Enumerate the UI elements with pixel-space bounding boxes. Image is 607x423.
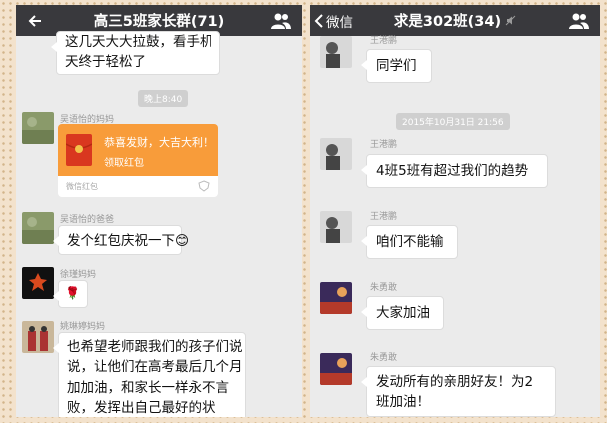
- message-text: 败，发挥出自己最好的状: [67, 399, 216, 416]
- back-label: 微信: [326, 14, 353, 31]
- message-bubble[interactable]: 大家加油: [361, 296, 444, 330]
- avatar[interactable]: [22, 112, 54, 144]
- timestamp: 2015年10月31日 21:56: [396, 113, 510, 130]
- message-bubble[interactable]: 咱们不能输: [361, 225, 458, 259]
- message-bubble[interactable]: 发动所有的亲朋好友！为2 班加油！: [361, 366, 556, 417]
- message-bubble[interactable]: 也希望老师跟我们的孩子们说 说，让他们在高考最后几个月 加加油，和家长一样永不言…: [53, 332, 246, 417]
- avatar[interactable]: [22, 212, 54, 244]
- message-bubble[interactable]: 这几天大大拉鼓，看手机，等 天终于轻松了: [51, 31, 220, 75]
- message-text: 同学们: [376, 58, 417, 74]
- message-bubble[interactable]: 🌹: [53, 280, 88, 308]
- avatar[interactable]: [320, 353, 352, 385]
- message-text: 也希望老师跟我们的孩子们说: [67, 339, 243, 355]
- timestamp: 晚上8:40: [138, 90, 189, 107]
- red-packet-card[interactable]: 恭喜发财，大吉大利！ 领取红包 微信红包: [58, 124, 218, 197]
- message-bubble[interactable]: 发个红包庆祝一下😊: [53, 225, 189, 255]
- avatar[interactable]: [320, 36, 352, 68]
- sender-name: 王港鹏: [370, 140, 398, 150]
- right-chat-title-wrap: 求是302班(34): [310, 5, 600, 36]
- back-button[interactable]: 微信: [314, 5, 353, 36]
- message-text: 大家加油: [376, 305, 430, 321]
- rose-emoji: 🌹: [65, 286, 80, 300]
- avatar[interactable]: [22, 321, 54, 353]
- sender-name: 王港鹏: [370, 212, 398, 222]
- message-text: 天终于轻松了: [65, 53, 146, 70]
- avatar[interactable]: [22, 267, 54, 299]
- avatar[interactable]: [320, 138, 352, 170]
- sender-name: 朱勇敢: [370, 283, 398, 293]
- sender-name: 吴语怡的爸爸: [60, 215, 115, 225]
- right-chat-screen: 求是302班(34) 微信 王港鹏 同学们 2015年10月31日 21:56: [310, 5, 600, 417]
- message-text: 发动所有的亲朋好友！为2: [376, 374, 534, 390]
- message-text: 咱们不能输: [376, 234, 444, 250]
- mute-icon: [505, 15, 516, 26]
- group-members-icon[interactable]: [568, 12, 590, 30]
- message-text: 发个红包庆祝一下😊: [67, 233, 190, 249]
- message-bubble[interactable]: 同学们: [361, 49, 432, 83]
- chevron-left-icon: [314, 13, 323, 28]
- message-text: 班加油！: [376, 393, 430, 410]
- red-envelope-icon: [66, 134, 92, 166]
- sender-name: 徐瑾妈妈: [60, 270, 97, 280]
- message-bubble[interactable]: 4班5班有超过我们的趋势: [361, 154, 548, 188]
- red-packet-greeting: 恭喜发财，大吉大利！: [104, 136, 214, 149]
- message-text: 这几天大大拉鼓，看手机，等: [65, 34, 211, 50]
- shield-icon: [198, 180, 210, 192]
- red-packet-label: 微信红包: [66, 182, 98, 191]
- avatar[interactable]: [320, 282, 352, 314]
- message-text: 4班5班有超过我们的趋势: [376, 163, 529, 179]
- sender-name: 姚琳婷妈妈: [60, 322, 106, 332]
- message-text: 加加油，和家长一样永不言: [67, 379, 229, 396]
- avatar[interactable]: [320, 211, 352, 243]
- right-chat-title: 求是302班(34): [393, 14, 502, 30]
- left-chat-screen: 高三5班家长群(71) 这几天大大拉鼓，看手机，等 天终于轻松了 晚上8:40 …: [16, 5, 302, 417]
- group-members-icon[interactable]: [270, 12, 292, 30]
- right-title-bar: 求是302班(34) 微信: [310, 5, 600, 36]
- sender-name: 王港鹏: [370, 36, 398, 46]
- message-text: 说，让他们在高考最后几个月: [67, 359, 243, 376]
- red-packet-action: 领取红包: [104, 158, 144, 169]
- back-arrow-icon[interactable]: [26, 12, 44, 30]
- sender-name: 朱勇敢: [370, 353, 398, 363]
